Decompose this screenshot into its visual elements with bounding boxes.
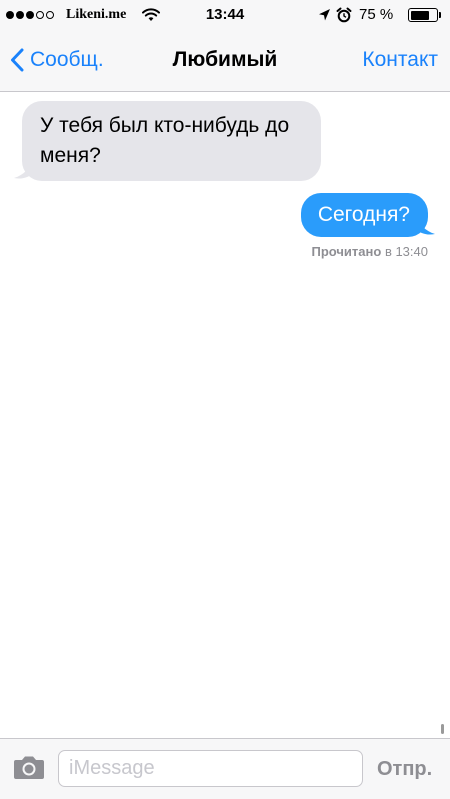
message-input[interactable] (58, 750, 363, 787)
message-input-bar: Отпр. (0, 738, 450, 799)
outgoing-message-bubble[interactable]: Сегодня? (300, 193, 428, 237)
read-receipt: Прочитано в 13:40 (311, 244, 428, 259)
read-receipt-time: в 13:40 (384, 244, 428, 259)
read-receipt-label: Прочитано (311, 244, 382, 259)
battery-percentage: 75 % (359, 6, 394, 23)
message-thread[interactable]: У тебя был кто-нибудь до меня? Сегодня? … (0, 92, 450, 738)
battery-tip (439, 12, 441, 18)
location-arrow-icon (318, 8, 331, 27)
status-bar: Likeni.me 13:44 75 % (0, 0, 450, 30)
camera-icon[interactable] (12, 755, 46, 786)
scroll-indicator[interactable] (441, 724, 444, 734)
alarm-clock-icon (336, 7, 352, 28)
message-text: Сегодня? (317, 203, 410, 226)
contact-button[interactable]: Контакт (362, 48, 438, 72)
battery-fill (410, 10, 430, 20)
battery-icon (408, 8, 438, 22)
message-text: У тебя был кто-нибудь до меня? (40, 114, 290, 167)
incoming-message-bubble[interactable]: У тебя был кто-нибудь до меня? (22, 101, 321, 181)
navigation-bar: Сообщ. Любимый Контакт (0, 30, 450, 92)
send-button[interactable]: Отпр. (377, 758, 432, 781)
